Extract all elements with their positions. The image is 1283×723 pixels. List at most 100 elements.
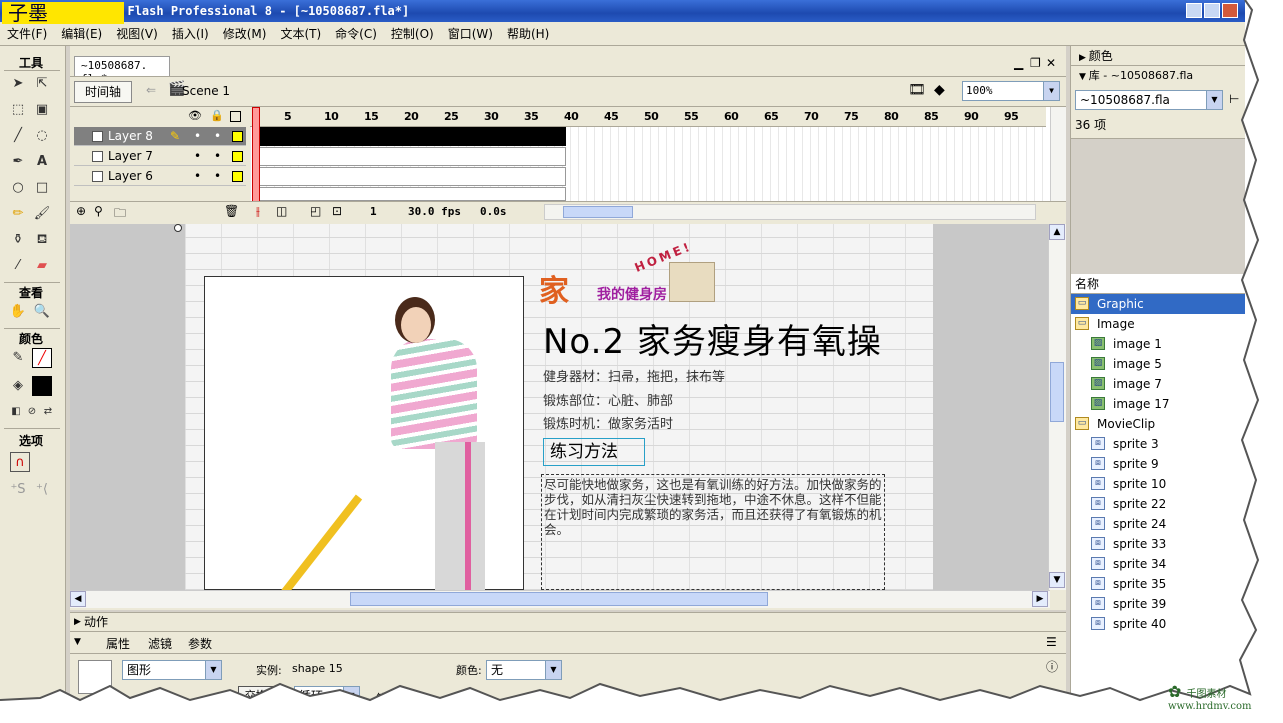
straighten-icon[interactable]: ⁺⟨ — [32, 480, 52, 500]
library-item[interactable]: ▨ image 5 — [1071, 354, 1245, 374]
text-tool-icon[interactable]: A — [32, 152, 52, 172]
library-item[interactable]: ⧈ sprite 10 — [1071, 474, 1245, 494]
onion-skin-icon[interactable]: ◫ — [276, 204, 287, 218]
timeline-toggle-button[interactable]: 时间轴 — [74, 81, 132, 103]
add-folder-icon[interactable]: 🗀 — [114, 204, 126, 225]
swap-button[interactable]: 交换... — [238, 686, 284, 700]
stroke-swatch[interactable]: ╱ — [32, 348, 52, 368]
lasso-tool-icon[interactable]: ◌ — [32, 126, 52, 146]
edit-scene-icon[interactable]: 🎞 — [908, 82, 926, 98]
timing-text[interactable]: 锻炼时机：做家务活时 — [543, 413, 673, 432]
lock-dot[interactable]: • — [214, 127, 221, 146]
help-icon[interactable]: ⓘ — [1046, 658, 1058, 675]
library-item[interactable]: ▨ image 7 — [1071, 374, 1245, 394]
symbol-type-select[interactable]: 图形 ▼ — [122, 660, 222, 680]
edit-multiple-icon[interactable]: ⊡ — [332, 204, 342, 218]
smooth-icon[interactable]: ⁺S — [8, 480, 28, 500]
zoom-select[interactable]: 100% ▼ — [962, 81, 1060, 101]
scroll-thumb[interactable] — [563, 206, 633, 218]
playhead[interactable] — [252, 107, 260, 203]
layer-row[interactable]: Layer 6 • • — [74, 167, 246, 186]
scroll-right-icon[interactable]: ▶ — [1032, 591, 1048, 607]
menu-item[interactable]: 帮助(H) — [500, 22, 556, 46]
equipment-text[interactable]: 健身器材：扫帚，拖把，抹布等 — [543, 366, 725, 385]
parts-text[interactable]: 锻炼部位：心脏、肺部 — [543, 390, 673, 409]
brush-tool-icon[interactable]: 🖌 — [32, 204, 52, 224]
tab-filters[interactable]: 滤镜 — [148, 635, 172, 652]
swap-colors-icon[interactable]: ⇄ — [38, 402, 58, 422]
visibility-dot[interactable]: • — [194, 147, 201, 166]
trash-icon[interactable]: 🗑 — [224, 204, 239, 218]
menu-item[interactable]: 文件(F) — [0, 22, 54, 46]
library-item[interactable]: ⧈ sprite 34 — [1071, 554, 1245, 574]
doc-minimize-icon[interactable]: ▁ — [1014, 56, 1023, 70]
lock-dot[interactable]: • — [214, 167, 221, 186]
library-panel-header[interactable]: ▼ 库 - ~10508687.fla — [1071, 66, 1245, 86]
description-textbox[interactable]: 尽可能快地做家务，这也是有氧训练的好方法。加快做家务的步伐，如从清扫灰尘快速转到… — [541, 474, 885, 590]
scroll-thumb[interactable] — [1050, 362, 1064, 422]
eye-icon[interactable]: 👁 — [188, 109, 202, 122]
line-tool-icon[interactable]: ╱ — [8, 126, 28, 146]
visibility-dot[interactable]: • — [194, 127, 201, 146]
paint-bucket-icon[interactable]: ⛾ — [32, 230, 52, 250]
frame-grid[interactable] — [250, 127, 1046, 201]
minimize-button[interactable] — [1186, 3, 1202, 18]
free-transform-icon[interactable]: ⬚ — [8, 100, 28, 120]
library-item[interactable]: ▭ Image — [1071, 314, 1245, 334]
rectangle-tool-icon[interactable]: □ — [32, 178, 52, 198]
menu-item[interactable]: 窗口(W) — [441, 22, 500, 46]
scene-name[interactable]: Scene 1 — [182, 84, 230, 98]
fill-color-icon[interactable]: ◈ — [8, 376, 28, 396]
document-tab[interactable]: ~10508687. fla* — [74, 56, 170, 85]
tab-parameters[interactable]: 参数 — [188, 635, 212, 652]
close-button[interactable] — [1222, 3, 1238, 18]
zoom-tool-icon[interactable]: 🔍 — [32, 302, 52, 322]
add-guide-icon[interactable]: ⚲ — [94, 204, 103, 218]
menu-item[interactable]: 控制(O) — [384, 22, 441, 46]
actions-panel-header[interactable]: ▶ 动作 — [70, 612, 1066, 632]
back-arrow-icon[interactable]: ⇐ — [146, 83, 156, 97]
practice-heading[interactable]: 练习方法 — [543, 438, 645, 466]
library-name-header[interactable]: 名称 — [1071, 274, 1245, 294]
ink-bottle-icon[interactable]: ⚱ — [8, 230, 28, 250]
scroll-thumb[interactable] — [350, 592, 768, 606]
stage[interactable]: 家 我的健身房 HOME! No.2 家务瘦身有氧操 健身器材：扫帚，拖把，抹布… — [185, 224, 933, 590]
stage-viewport[interactable]: 家 我的健身房 HOME! No.2 家务瘦身有氧操 健身器材：扫帚，拖把，抹布… — [70, 224, 1050, 590]
library-item[interactable]: ⧈ sprite 9 — [1071, 454, 1245, 474]
lock-icon[interactable]: 🔒 — [210, 109, 224, 122]
timeline-hscroll[interactable] — [544, 204, 1036, 220]
collapse-arrow-icon[interactable]: ▼ — [74, 637, 81, 647]
color-effect-select[interactable]: 无 ▼ — [486, 660, 562, 680]
library-item[interactable]: ▭ Graphic — [1071, 294, 1245, 314]
menu-item[interactable]: 视图(V) — [109, 22, 165, 46]
library-item[interactable]: ⧈ sprite 39 — [1071, 594, 1245, 614]
scroll-left-icon[interactable]: ◀ — [70, 591, 86, 607]
edit-symbol-icon[interactable]: ◆ — [934, 82, 945, 98]
woman-photo[interactable] — [204, 276, 524, 590]
menu-item[interactable]: 文本(T) — [273, 22, 328, 46]
library-item[interactable]: ▭ MovieClip — [1071, 414, 1245, 434]
frame-span[interactable] — [252, 187, 566, 201]
fill-swatch[interactable] — [32, 376, 52, 396]
timeline-vscroll[interactable] — [1050, 107, 1066, 201]
doc-restore-icon[interactable]: ❐ — [1030, 56, 1041, 70]
onion-outline-icon[interactable]: ◰ — [310, 204, 321, 218]
library-item[interactable]: ⧈ sprite 33 — [1071, 534, 1245, 554]
color-panel-header[interactable]: ▶ 颜色 — [1071, 46, 1245, 66]
frame-rate[interactable]: 30.0 fps — [408, 205, 461, 218]
library-item[interactable]: ⧈ sprite 40 — [1071, 614, 1245, 634]
scroll-down-icon[interactable]: ▼ — [1049, 572, 1065, 588]
eraser-icon[interactable]: ▰ — [32, 256, 52, 276]
hand-tool-icon[interactable]: ✋ — [8, 302, 28, 322]
snap-magnet-icon[interactable]: ∩ — [10, 452, 30, 472]
scroll-up-icon[interactable]: ▲ — [1049, 224, 1065, 240]
outline-swatch[interactable] — [232, 171, 243, 182]
stroke-color-icon[interactable]: ✎ — [8, 348, 28, 368]
library-item[interactable]: ⧈ sprite 3 — [1071, 434, 1245, 454]
maximize-button[interactable] — [1204, 3, 1220, 18]
library-document-select[interactable]: ~10508687.fla ▼ — [1075, 90, 1223, 110]
oval-tool-icon[interactable]: ○ — [8, 178, 28, 198]
gradient-transform-icon[interactable]: ▣ — [32, 100, 52, 120]
frame-span[interactable] — [252, 167, 566, 186]
page-title[interactable]: No.2 家务瘦身有氧操 — [543, 314, 882, 363]
